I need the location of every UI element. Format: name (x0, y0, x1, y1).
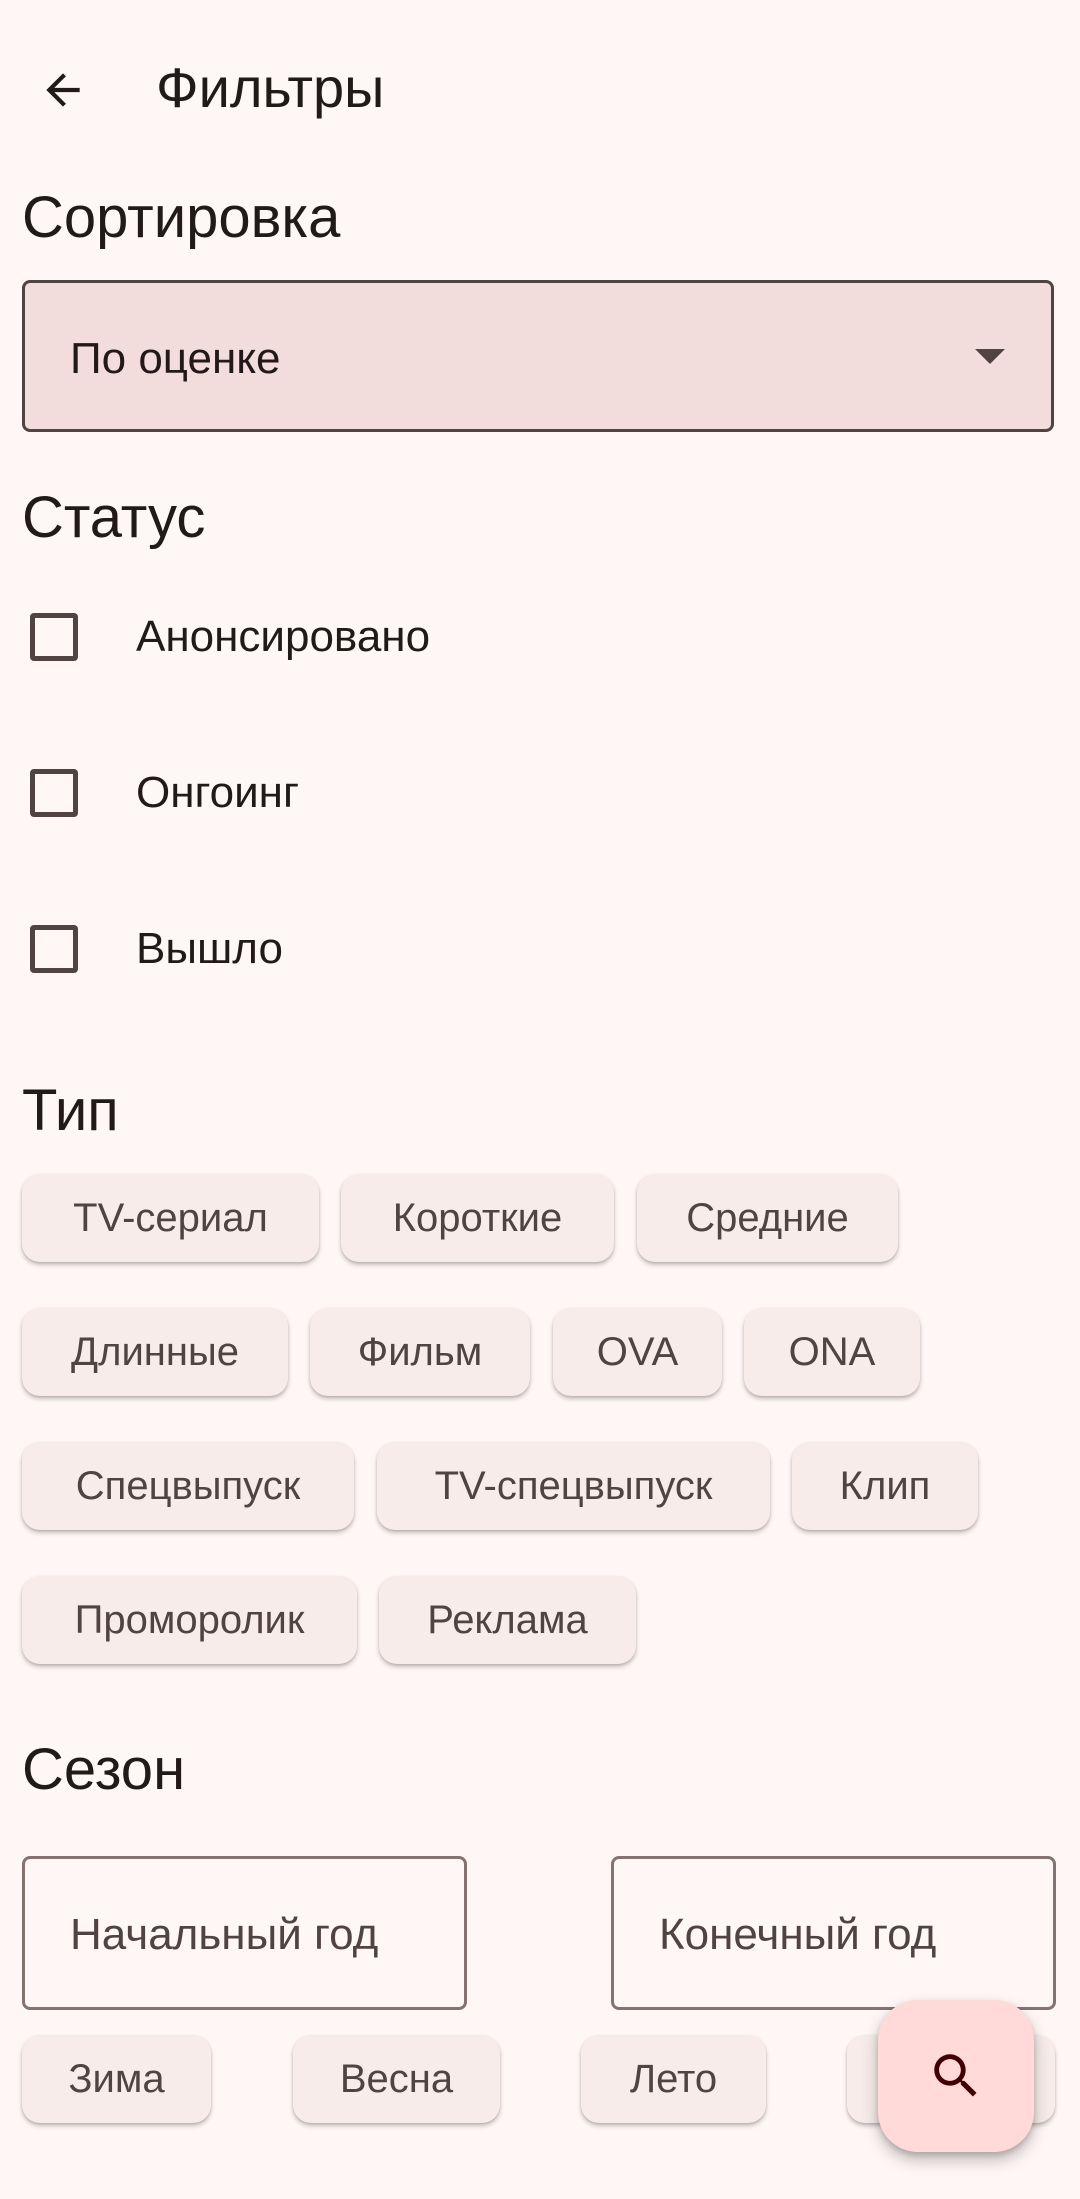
status-checkbox-ongoing[interactable]: Онгоинг (22, 738, 299, 848)
status-checkbox-released[interactable]: Вышло (22, 894, 283, 1004)
status-option-label: Онгоинг (136, 768, 300, 817)
checkbox-icon[interactable] (30, 769, 78, 817)
arrow-back-icon (46, 73, 80, 107)
type-chip-tv-series[interactable]: TV-сериал (22, 1174, 319, 1262)
type-chip-clip[interactable]: Клип (792, 1442, 978, 1530)
sort-selected-value: По оценке (70, 334, 281, 383)
type-chip-long[interactable]: Длинные (22, 1308, 288, 1396)
page-title: Фильтры (156, 56, 385, 119)
back-button[interactable] (38, 54, 122, 126)
end-year-field[interactable]: Конечный год (611, 1856, 1056, 2010)
type-chip-commercial[interactable]: Реклама (379, 1576, 636, 1664)
status-option-label: Анонсировано (136, 612, 431, 661)
sort-section-title: Сортировка (22, 185, 341, 250)
search-fab[interactable] (878, 2000, 1034, 2152)
season-chip-spring[interactable]: Весна (293, 2035, 500, 2123)
checkbox-icon[interactable] (30, 925, 78, 973)
type-chip-ona[interactable]: ONA (744, 1308, 920, 1396)
dropdown-arrow-icon (975, 349, 1005, 364)
type-chip-promo[interactable]: Проморолик (22, 1576, 357, 1664)
end-year-placeholder: Конечный год (659, 1910, 937, 1959)
type-chip-medium[interactable]: Средние (637, 1174, 898, 1262)
type-chip-movie[interactable]: Фильм (310, 1308, 530, 1396)
season-chip-summer[interactable]: Лето (581, 2035, 766, 2123)
season-section-title: Сезон (22, 1737, 186, 1802)
type-section-title: Тип (22, 1078, 119, 1143)
start-year-field[interactable]: Начальный год (22, 1856, 467, 2010)
season-chip-winter[interactable]: Зима (22, 2035, 211, 2123)
status-checkbox-announced[interactable]: Анонсировано (22, 582, 430, 692)
type-chip-short[interactable]: Короткие (341, 1174, 614, 1262)
type-chip-special[interactable]: Спецвыпуск (22, 1442, 354, 1530)
search-icon (934, 2054, 977, 2097)
type-chip-ova[interactable]: OVA (553, 1308, 722, 1396)
sort-dropdown[interactable]: По оценке (22, 280, 1054, 432)
checkbox-icon[interactable] (30, 613, 78, 661)
status-option-label: Вышло (136, 924, 283, 973)
type-chip-tv-special[interactable]: TV-спецвыпуск (377, 1442, 770, 1530)
status-section-title: Статус (22, 485, 206, 550)
start-year-placeholder: Начальный год (70, 1910, 379, 1959)
